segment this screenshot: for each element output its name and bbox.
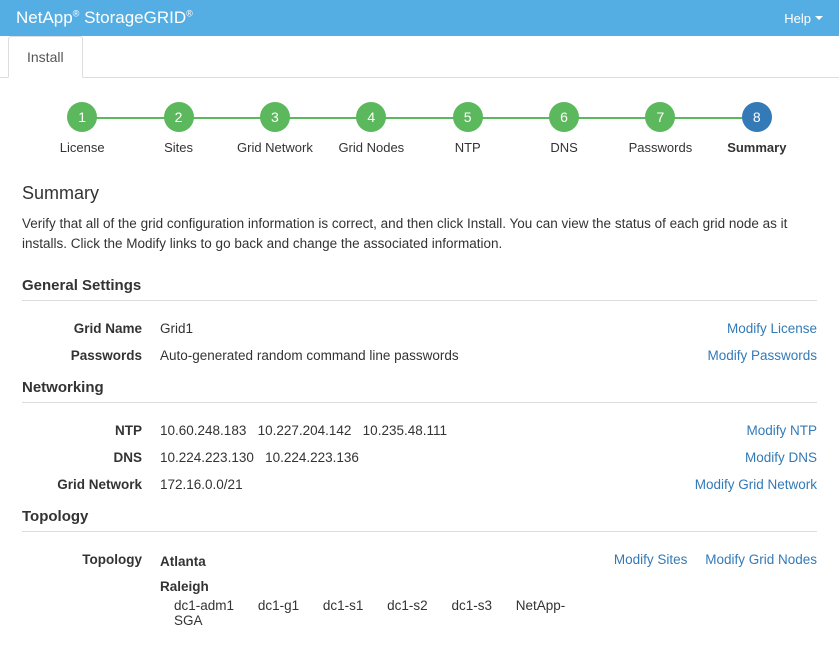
top-bar: NetApp® StorageGRID® Help [0, 0, 839, 36]
reg-mark: ® [73, 8, 80, 18]
link-modify-ntp[interactable]: Modify NTP [746, 423, 817, 438]
value-grid-network: 172.16.0.0/21 [160, 477, 695, 492]
step-number: 2 [164, 102, 194, 132]
value-grid-name: Grid1 [160, 321, 727, 336]
step-label: Grid Nodes [338, 140, 404, 155]
step-summary[interactable]: 8 Summary [709, 102, 805, 155]
step-license[interactable]: 1 License [34, 102, 130, 155]
link-modify-license[interactable]: Modify License [727, 321, 817, 336]
node-item: dc1-adm1 [174, 598, 234, 613]
page-intro: Verify that all of the grid configuratio… [22, 214, 817, 253]
step-sites[interactable]: 2 Sites [130, 102, 226, 155]
site-atlanta: Atlanta [160, 554, 604, 569]
link-modify-dns[interactable]: Modify DNS [745, 450, 817, 465]
step-number: 3 [260, 102, 290, 132]
step-number: 6 [549, 102, 579, 132]
page-title: Summary [22, 183, 817, 204]
brand-left: NetApp [16, 8, 73, 27]
page-content: Summary Verify that all of the grid conf… [0, 165, 839, 664]
step-number: 1 [67, 102, 97, 132]
row-grid-name: Grid Name Grid1 Modify License [22, 315, 817, 342]
tab-install[interactable]: Install [8, 36, 83, 78]
label-topology: Topology [22, 552, 160, 567]
value-ntp: 10.60.248.183 10.227.204.142 10.235.48.1… [160, 423, 746, 438]
help-menu[interactable]: Help [784, 11, 823, 26]
step-label: Grid Network [237, 140, 313, 155]
row-topology: Topology Atlanta Raleigh dc1-adm1 dc1-g1… [22, 546, 817, 634]
link-modify-grid-nodes[interactable]: Modify Grid Nodes [705, 552, 817, 567]
section-general-settings: General Settings [22, 277, 817, 301]
row-grid-network: Grid Network 172.16.0.0/21 Modify Grid N… [22, 471, 817, 498]
row-ntp: NTP 10.60.248.183 10.227.204.142 10.235.… [22, 417, 817, 444]
label-passwords: Passwords [22, 348, 160, 363]
value-dns: 10.224.223.130 10.224.223.136 [160, 450, 745, 465]
step-ntp[interactable]: 5 NTP [420, 102, 516, 155]
node-item: dc1-s3 [451, 598, 492, 613]
step-number: 4 [356, 102, 386, 132]
section-topology: Topology [22, 508, 817, 532]
caret-down-icon [815, 16, 823, 20]
label-dns: DNS [22, 450, 160, 465]
step-label: License [60, 140, 105, 155]
step-label: Sites [164, 140, 193, 155]
help-label: Help [784, 11, 811, 26]
step-grid-network[interactable]: 3 Grid Network [227, 102, 323, 155]
step-number: 8 [742, 102, 772, 132]
value-passwords: Auto-generated random command line passw… [160, 348, 707, 363]
link-modify-grid-network[interactable]: Modify Grid Network [695, 477, 817, 492]
step-label: Summary [727, 140, 786, 155]
step-grid-nodes[interactable]: 4 Grid Nodes [323, 102, 419, 155]
site-raleigh: Raleigh [160, 579, 604, 594]
row-passwords: Passwords Auto-generated random command … [22, 342, 817, 369]
label-grid-name: Grid Name [22, 321, 160, 336]
step-passwords[interactable]: 7 Passwords [612, 102, 708, 155]
step-dns[interactable]: 6 DNS [516, 102, 612, 155]
tab-bar: Install [0, 36, 839, 78]
value-topology: Atlanta Raleigh dc1-adm1 dc1-g1 dc1-s1 d… [160, 552, 614, 628]
stepper: 1 License 2 Sites 3 Grid Network 4 Grid … [0, 78, 839, 165]
section-networking: Networking [22, 379, 817, 403]
node-item: dc1-g1 [258, 598, 299, 613]
row-dns: DNS 10.224.223.130 10.224.223.136 Modify… [22, 444, 817, 471]
tab-install-label: Install [27, 49, 64, 65]
link-modify-sites[interactable]: Modify Sites [614, 552, 688, 567]
node-item: dc1-s2 [387, 598, 428, 613]
step-label: Passwords [629, 140, 693, 155]
step-number: 5 [453, 102, 483, 132]
step-label: DNS [550, 140, 577, 155]
reg-mark: ® [186, 8, 193, 18]
link-modify-passwords[interactable]: Modify Passwords [707, 348, 817, 363]
node-item: dc1-s1 [323, 598, 364, 613]
brand-right: StorageGRID [84, 8, 186, 27]
step-number: 7 [645, 102, 675, 132]
brand: NetApp® StorageGRID® [16, 8, 193, 28]
step-label: NTP [455, 140, 481, 155]
label-grid-network: Grid Network [22, 477, 160, 492]
label-ntp: NTP [22, 423, 160, 438]
node-list: dc1-adm1 dc1-g1 dc1-s1 dc1-s2 dc1-s3 Net… [160, 598, 604, 628]
